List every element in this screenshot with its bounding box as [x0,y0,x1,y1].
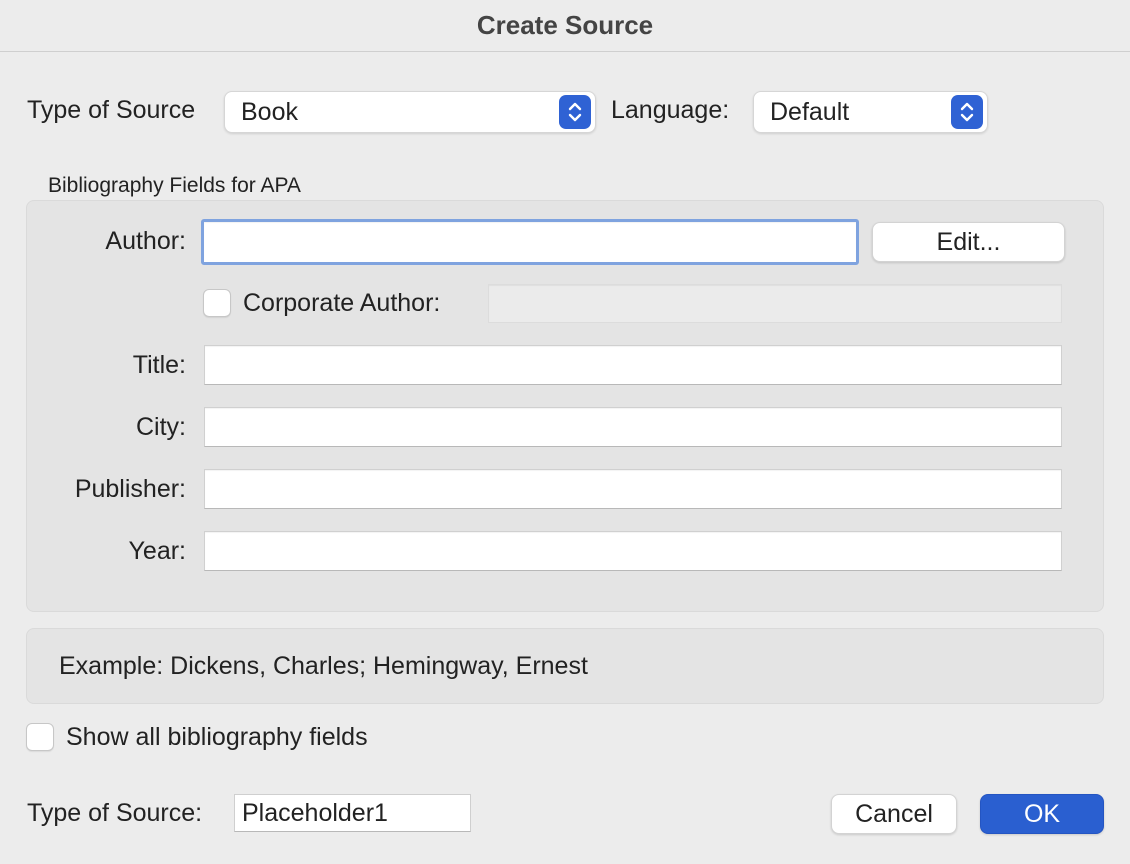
tag-input[interactable]: Placeholder1 [234,794,471,832]
type-of-source-label: Type of Source [27,96,196,124]
up-down-chevron-icon [951,95,983,129]
ok-button[interactable]: OK [980,794,1104,834]
bibliography-group-title: Bibliography Fields for APA [48,174,301,197]
example-text: Example: Dickens, Charles; Hemingway, Er… [59,651,588,680]
city-label: City: [136,413,186,441]
dialog-titlebar: Create Source [0,0,1130,52]
title-label: Title: [132,351,186,379]
type-of-source-value: Book [241,97,298,126]
language-value: Default [770,97,850,126]
tag-input-value: Placeholder1 [242,798,388,827]
corporate-author-checkbox[interactable] [203,289,231,317]
show-all-fields-checkbox[interactable] [26,723,54,751]
corporate-author-label: Corporate Author: [243,289,441,317]
title-input[interactable] [204,345,1062,385]
year-input[interactable] [204,531,1062,571]
city-input[interactable] [204,407,1062,447]
author-input[interactable] [201,219,859,265]
up-down-chevron-icon [559,95,591,129]
tag-label: Type of Source: [27,799,203,827]
type-of-source-select[interactable]: Book [224,91,596,133]
publisher-input[interactable] [204,469,1062,509]
language-label: Language: [611,96,730,124]
show-all-fields-label[interactable]: Show all bibliography fields [66,723,368,752]
dialog-title: Create Source [476,10,654,40]
example-box: Example: Dickens, Charles; Hemingway, Er… [26,628,1104,704]
year-label: Year: [128,537,186,565]
edit-author-button[interactable]: Edit... [872,222,1065,262]
author-label: Author: [105,227,186,255]
publisher-label: Publisher: [74,475,186,503]
language-select[interactable]: Default [753,91,988,133]
corporate-author-input [488,284,1062,323]
cancel-button[interactable]: Cancel [831,794,957,834]
